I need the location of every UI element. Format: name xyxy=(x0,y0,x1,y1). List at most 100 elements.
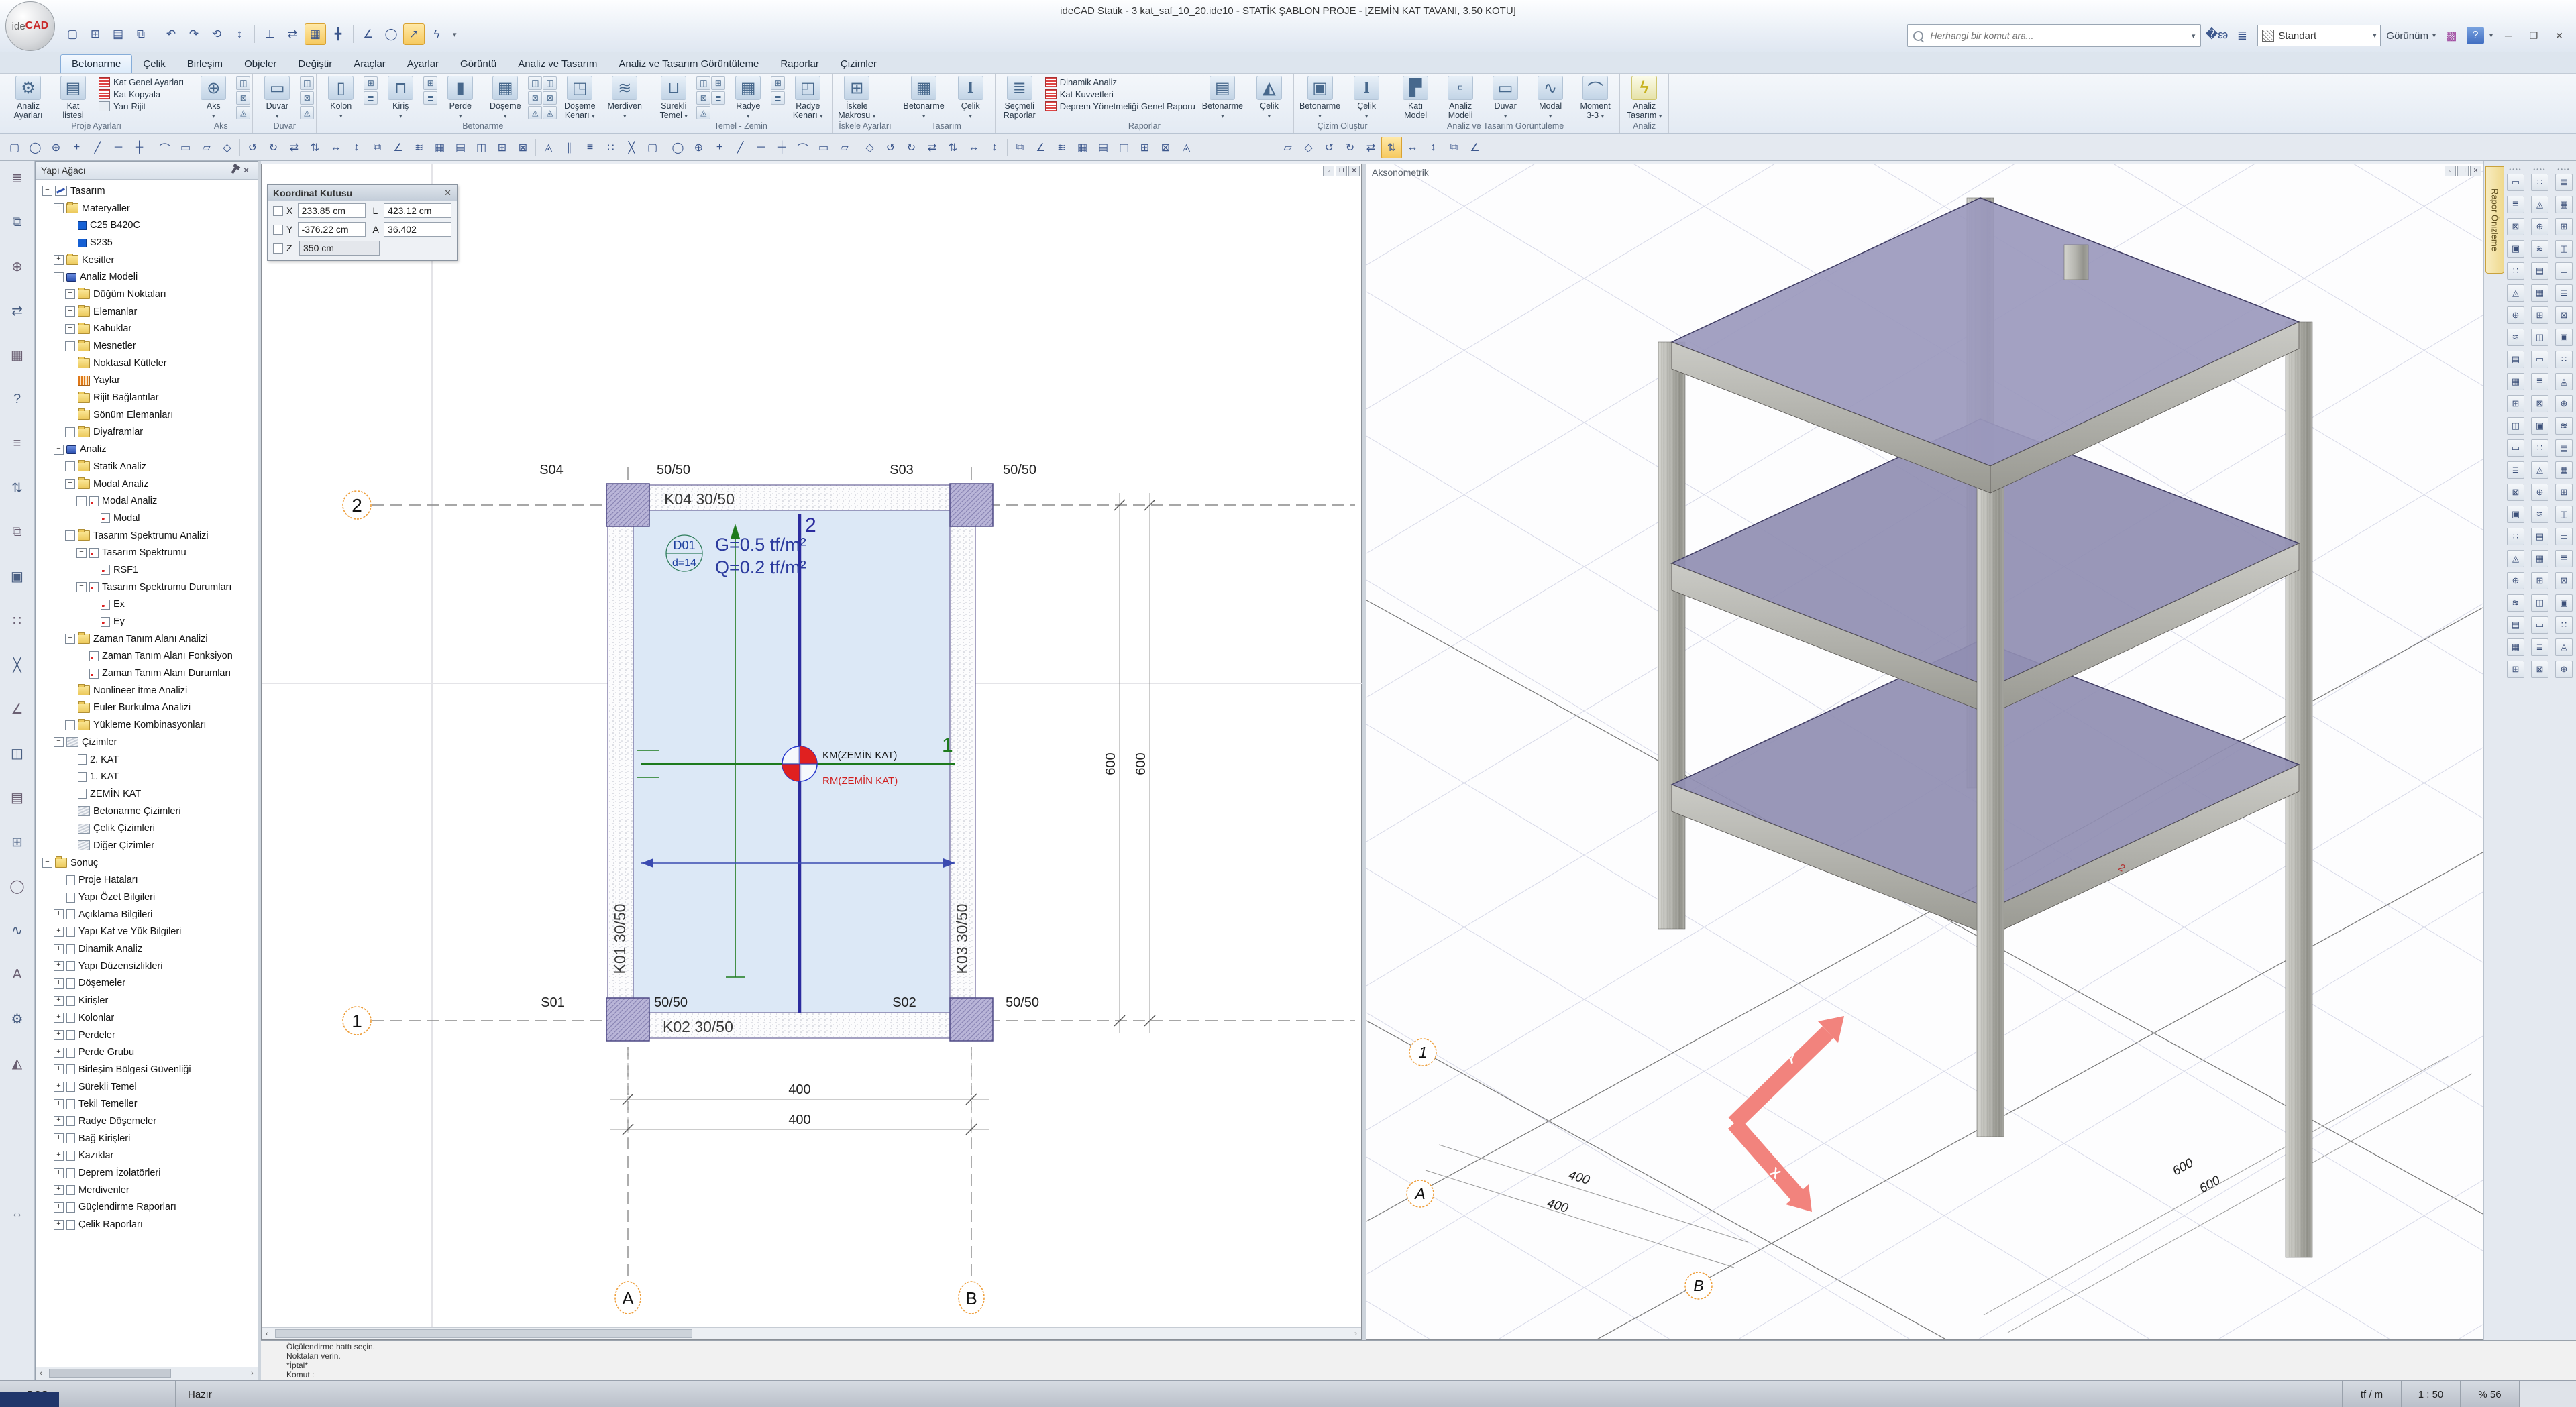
right-tool-icon-3-11[interactable]: ⊕ xyxy=(2555,395,2573,412)
tree-item-modal-analiz[interactable]: −Modal Analiz xyxy=(37,492,258,510)
expand-icon[interactable]: + xyxy=(65,461,75,471)
collapse-icon[interactable]: − xyxy=(65,530,75,541)
ribbon-mini-icon[interactable]: ◫ xyxy=(300,76,314,90)
column-s03[interactable] xyxy=(950,484,993,526)
viewport-minimize-icon[interactable]: ▫ xyxy=(2445,166,2456,176)
tree-item-diyaframlar[interactable]: +Diyaframlar xyxy=(37,424,258,441)
ribbon-button-perde[interactable]: ▮Perde▾ xyxy=(438,75,482,121)
scrollbar-thumb[interactable] xyxy=(49,1369,171,1378)
right-tool-icon-1-15[interactable]: ⊠ xyxy=(2507,484,2524,501)
display-settings-icon[interactable]: ▩ xyxy=(2441,25,2461,46)
ribbon-mini-icon[interactable]: ◬ xyxy=(236,106,250,119)
tree-item-rsf1[interactable]: RSF1 xyxy=(37,561,258,579)
drawing-tool-icon-39[interactable]: ▭ xyxy=(813,137,834,158)
ribbon-button-kolon[interactable]: ▯Kolon▾ xyxy=(319,75,363,121)
plan-view-canvas[interactable]: ▫ ❐ ✕ xyxy=(261,164,1362,1340)
viewport-close-icon[interactable]: ✕ xyxy=(1348,166,1360,176)
right-tool-icon-3-9[interactable]: ∷ xyxy=(2555,351,2573,368)
right-tool-icon-2-9[interactable]: ▭ xyxy=(2531,351,2548,368)
expand-icon[interactable]: + xyxy=(54,927,64,937)
tree-item-perde-grubu[interactable]: +Perde Grubu xyxy=(37,1044,258,1061)
ribbon-button-radye-kenar[interactable]: ◰RadyeKenarı ▾ xyxy=(786,75,830,121)
close-button[interactable]: ✕ xyxy=(2549,27,2569,44)
quick-access-icon-5[interactable]: ↶ xyxy=(160,23,182,45)
left-tool-icon-20[interactable]: ⚙ xyxy=(4,1006,31,1031)
collapse-icon[interactable]: − xyxy=(54,445,64,455)
expand-icon[interactable]: + xyxy=(54,1030,64,1040)
drawing-tool-icon-33[interactable]: ⊕ xyxy=(688,137,709,158)
right-tool-icon-3-15[interactable]: ⊞ xyxy=(2555,484,2573,501)
ribbon-button-aks[interactable]: ⊕Aks▾ xyxy=(191,75,235,121)
tree-item-euler-burkulma-analizi[interactable]: Euler Burkulma Analizi xyxy=(37,699,258,717)
tree-item-nonlineer-i-tme-analizi[interactable]: Nonlineer İtme Analizi xyxy=(37,682,258,699)
tree-item-zaman-tan-m-alan-durumlar[interactable]: Zaman Tanım Alanı Durumları xyxy=(37,665,258,682)
right-tool-icon-3-13[interactable]: ▤ xyxy=(2555,439,2573,457)
menu-tab-raporlar[interactable]: Raporlar xyxy=(769,55,830,73)
tree-item-zaman-tan-m-alan-analizi[interactable]: −Zaman Tanım Alanı Analizi xyxy=(37,630,258,648)
expand-icon[interactable]: + xyxy=(54,1168,64,1178)
expand-icon[interactable]: + xyxy=(54,1099,64,1109)
tree-item-deprem-i-zolat-rleri[interactable]: +Deprem İzolatörleri xyxy=(37,1164,258,1182)
right-tool-icon-1-21[interactable]: ▤ xyxy=(2507,616,2524,634)
slab-level-3[interactable] xyxy=(1672,198,2299,493)
right-tool-icon-3-20[interactable]: ▣ xyxy=(2555,594,2573,612)
ribbon-button-kat-model[interactable]: ▛KatıModel xyxy=(1393,75,1438,121)
right-tool-icon-2-21[interactable]: ▭ xyxy=(2531,616,2548,634)
report-preview-tab[interactable]: Rapor Önizleme xyxy=(2485,166,2504,274)
tree-item-kolonlar[interactable]: +Kolonlar xyxy=(37,1009,258,1027)
collapse-icon[interactable]: − xyxy=(54,203,64,213)
ribbon-button-i-skele-makrosu[interactable]: ⊞İskeleMakrosu ▾ xyxy=(835,75,879,121)
ribbon-mini-icon[interactable]: ◫ xyxy=(543,76,557,90)
ribbon-mini-icon[interactable]: ⊠ xyxy=(696,91,710,105)
view-tool-icon-9[interactable]: ⧉ xyxy=(1444,137,1464,158)
scroll-right-icon[interactable]: › xyxy=(247,1369,258,1377)
expand-icon[interactable]: + xyxy=(54,1185,64,1195)
tree-item-merdivenler[interactable]: +Merdivenler xyxy=(37,1182,258,1199)
y-lock-checkbox[interactable] xyxy=(273,225,283,235)
ribbon-button-d-eme-kenar[interactable]: ◳DöşemeKenarı ▾ xyxy=(557,75,602,121)
quick-access-icon-16[interactable]: ϟ xyxy=(426,23,447,45)
right-tool-icon-2-23[interactable]: ⊠ xyxy=(2531,661,2548,678)
command-window[interactable]: Ölçülendirme hattı seçin. Noktaları veri… xyxy=(261,1340,2576,1380)
right-tool-icon-3-18[interactable]: ≣ xyxy=(2555,550,2573,567)
expand-icon[interactable]: + xyxy=(65,341,75,351)
expand-icon[interactable]: + xyxy=(54,944,64,954)
column-s02[interactable] xyxy=(950,998,993,1041)
axonometric-view[interactable]: Aksonometrik ▫ ❐ ✕ xyxy=(1366,164,2483,1340)
quick-access-icon-6[interactable]: ↷ xyxy=(183,23,205,45)
drawing-tool-icon-16[interactable]: ↔ xyxy=(325,137,346,158)
expand-icon[interactable]: + xyxy=(54,1133,64,1143)
drawing-tool-icon-2[interactable]: ◯ xyxy=(25,137,46,158)
tree-item-analiz[interactable]: −Analiz xyxy=(37,441,258,458)
ribbon-mini-icon[interactable]: ◬ xyxy=(300,106,314,119)
expand-icon[interactable]: + xyxy=(65,720,75,730)
quick-access-icon-11[interactable]: ▦ xyxy=(305,23,326,45)
drawing-tool-icon-22[interactable]: ▤ xyxy=(450,137,471,158)
menu-tab-g-r-nt[interactable]: Görüntü xyxy=(449,55,507,73)
menu-tab-de-i-tir[interactable]: Değiştir xyxy=(287,55,343,73)
ribbon-button-se-meli-raporlar[interactable]: ≣SeçmeliRaporlar xyxy=(998,75,1042,121)
ribbon-button-analiz-tasar-m[interactable]: ϟAnalizTasarım ▾ xyxy=(1622,75,1666,121)
view-tool-icon-3[interactable]: ↺ xyxy=(1319,137,1340,158)
expand-icon[interactable]: + xyxy=(65,324,75,334)
left-tool-icon-13[interactable]: ∠ xyxy=(4,696,31,722)
tree-item-kiri-ler[interactable]: +Kirişler xyxy=(37,992,258,1009)
tree-item-sonu[interactable]: −Sonuç xyxy=(37,854,258,872)
left-tool-icon-12[interactable]: ╳ xyxy=(4,652,31,677)
ribbon-button-kat-genel-ayarlar[interactable]: Kat Genel Ayarları xyxy=(99,77,184,87)
drawing-tool-icon-11[interactable]: ◇ xyxy=(217,137,237,158)
right-tool-icon-1-8[interactable]: ≋ xyxy=(2507,329,2524,346)
expand-icon[interactable]: + xyxy=(54,1013,64,1023)
drawing-tool-icon-9[interactable]: ▭ xyxy=(175,137,196,158)
expand-icon[interactable]: + xyxy=(54,1082,64,1092)
tree-item-tasar-m[interactable]: −Tasarım xyxy=(37,182,258,200)
menu-tab-betonarme[interactable]: Betonarme xyxy=(60,54,132,73)
drawing-tool-icon-49[interactable]: ∠ xyxy=(1030,137,1051,158)
ribbon-button-yar-rijit[interactable]: Yarı Rijit xyxy=(99,101,184,111)
tree-item-yap-d-zensizlikleri[interactable]: +Yapı Düzensizlikleri xyxy=(37,958,258,975)
right-tool-icon-2-16[interactable]: ≋ xyxy=(2531,506,2548,523)
tree-item-radye-d-emeler[interactable]: +Radye Döşemeler xyxy=(37,1113,258,1130)
ribbon-mini-icon[interactable]: ⊠ xyxy=(300,91,314,105)
ribbon-button-kat-kuvvetleri[interactable]: Kat Kuvvetleri xyxy=(1045,89,1195,99)
tree-item-zaman-tan-m-alan-fonksiyon[interactable]: Zaman Tanım Alanı Fonksiyon xyxy=(37,648,258,665)
